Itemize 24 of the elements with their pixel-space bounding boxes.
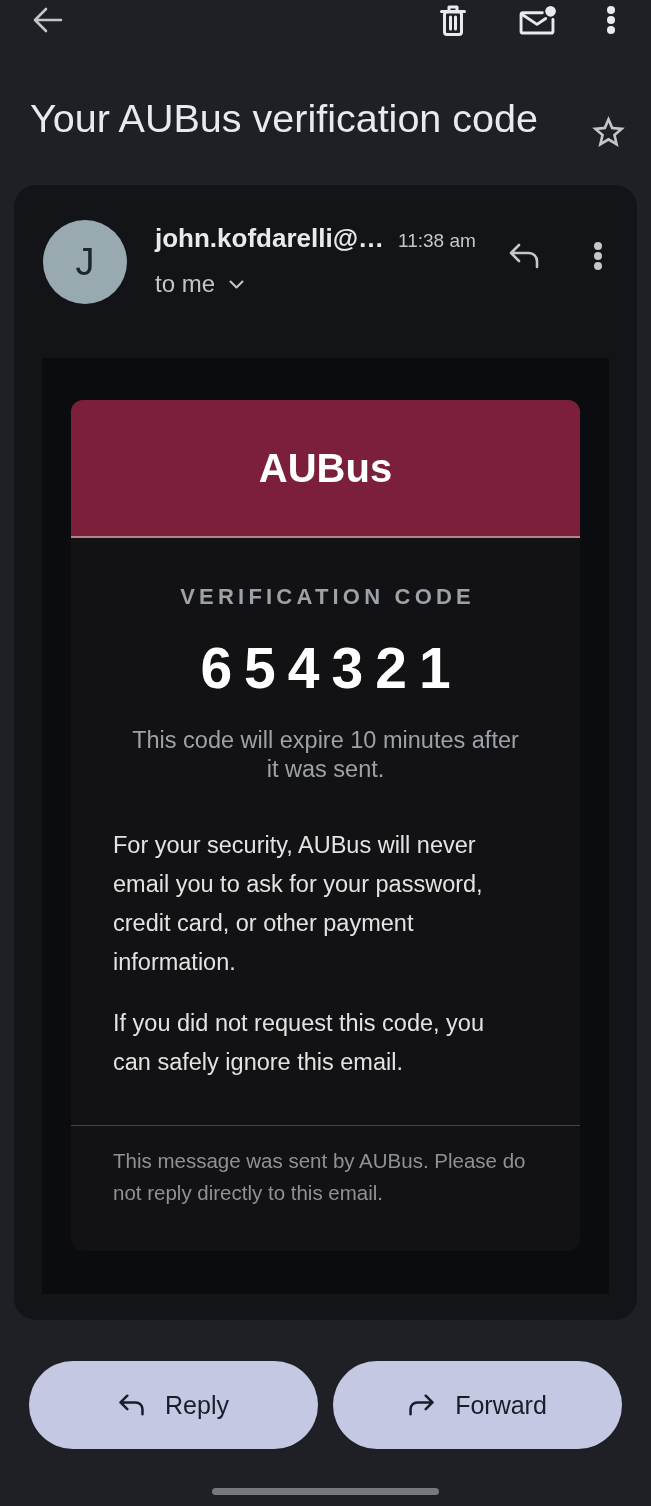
forward-button[interactable]: Forward bbox=[333, 1361, 622, 1449]
back-icon[interactable] bbox=[33, 7, 63, 33]
body-paragraph: If you did not request this code, you can safely ignore this email. bbox=[113, 1009, 485, 1077]
email-subject: Your AUBus verification code bbox=[30, 96, 539, 140]
brand-name: AUBus bbox=[258, 445, 393, 491]
avatar: J bbox=[43, 220, 127, 304]
footer-note: This message was sent by AUBus. Please do not reply directly to this email. bbox=[112, 1148, 527, 1206]
recipients-toggle[interactable]: to me bbox=[155, 270, 245, 298]
envelope-icon[interactable] bbox=[519, 5, 556, 35]
verification-code: 654321 bbox=[199, 636, 463, 700]
more-icon[interactable] bbox=[594, 242, 602, 270]
expiry-note: This code will expire 10 minutes after it was sent. bbox=[131, 726, 520, 784]
message-time: 11:38 am bbox=[398, 230, 476, 252]
chevron-down-icon bbox=[229, 279, 245, 289]
forward-icon bbox=[408, 1394, 436, 1416]
reply-icon[interactable] bbox=[508, 243, 540, 269]
trash-icon[interactable] bbox=[440, 4, 466, 36]
reply-icon bbox=[118, 1394, 146, 1416]
code-label: VERIFICATION CODE bbox=[179, 583, 475, 611]
body-paragraph: For your security, AUBus will never email you to ask for your password, credit card, or other payment information. bbox=[113, 831, 484, 977]
reply-button[interactable]: Reply bbox=[29, 1361, 318, 1449]
star-icon[interactable] bbox=[592, 116, 625, 147]
sender-name: john.kofdarelli@… bbox=[155, 223, 385, 253]
more-icon[interactable] bbox=[607, 6, 615, 34]
